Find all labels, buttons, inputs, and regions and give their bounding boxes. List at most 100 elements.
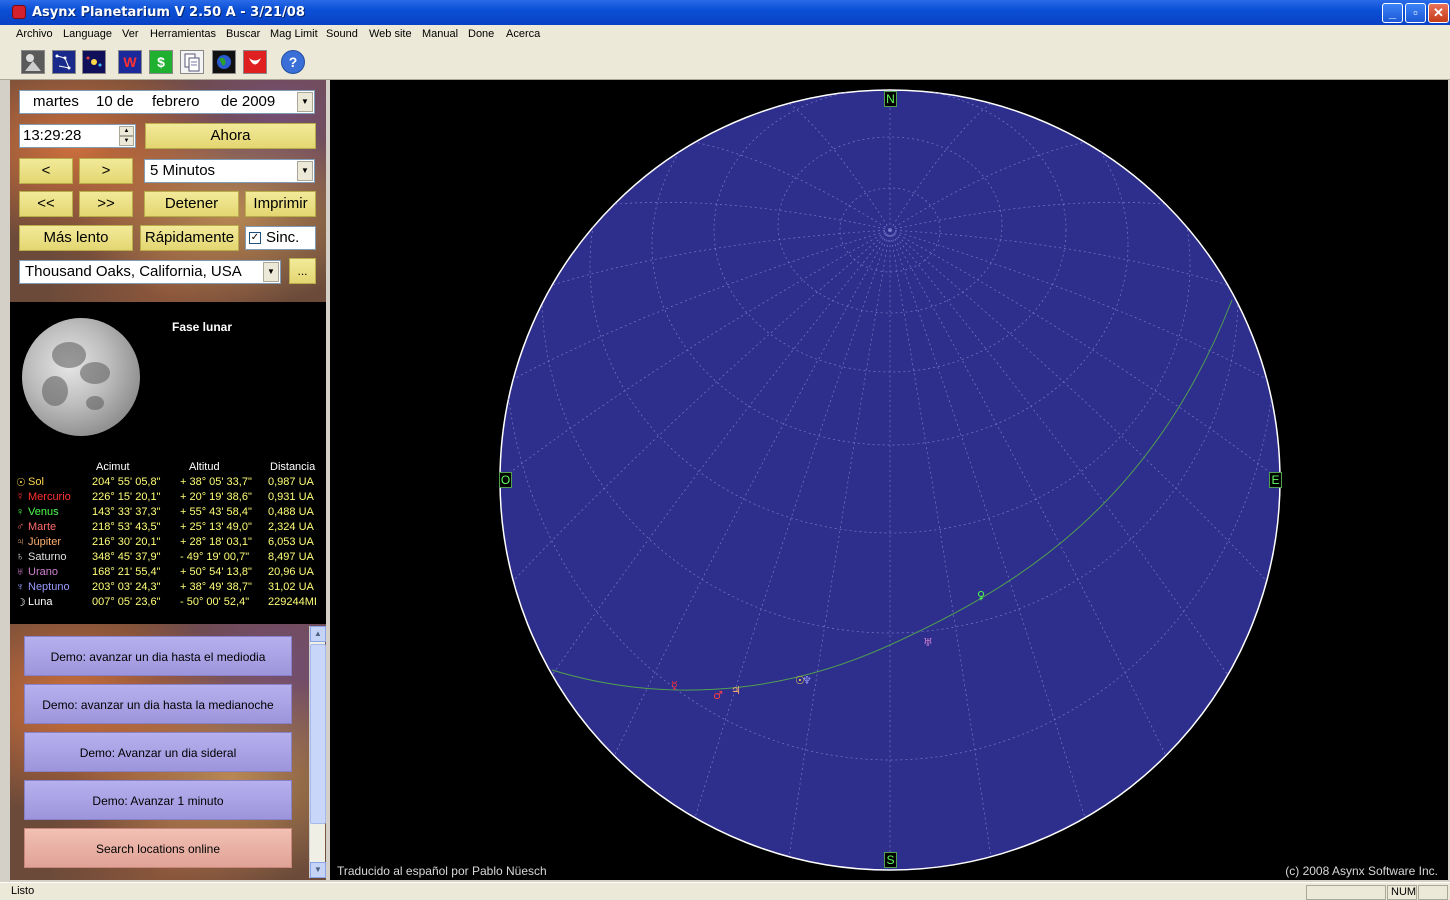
- planet-azimuth: 348° 45' 37,9": [92, 551, 161, 563]
- menu-sound[interactable]: Sound: [326, 28, 358, 40]
- planet-symbol-icon: ♃: [16, 536, 25, 548]
- planet-distance: 6,053 UA: [268, 536, 314, 548]
- translation-credit: Traducido al español por Pablo Nüesch: [337, 864, 547, 878]
- globe-icon[interactable]: [212, 50, 236, 74]
- fast-back-button[interactable]: <<: [19, 191, 73, 217]
- compass-east-label: E: [1269, 472, 1282, 488]
- solar-system-icon[interactable]: [82, 50, 106, 74]
- search-locations-button[interactable]: Search locations online: [24, 828, 292, 868]
- date-month: febrero: [152, 93, 200, 110]
- logo-icon[interactable]: [243, 50, 267, 74]
- sync-checkbox[interactable]: ✓: [249, 232, 261, 244]
- menu-herramientas[interactable]: Herramientas: [150, 28, 216, 40]
- sky-chart[interactable]: ♀ ♅ ☉ ♆ ☿ ♂ ♃ N S O E Traducido al español por…: [330, 80, 1448, 880]
- sky-planet-marker[interactable]: ♀: [977, 589, 985, 602]
- menu-done[interactable]: Done: [468, 28, 494, 40]
- planet-distance: 31,02 UA: [268, 581, 314, 593]
- planet-altitude: + 55° 43' 58,4": [180, 506, 252, 518]
- location-select[interactable]: Thousand Oaks, California, USA ▼: [19, 260, 281, 284]
- demo-scrollbar[interactable]: ▲ ▼: [309, 626, 326, 878]
- demo-noon-button[interactable]: Demo: avanzar un dia hasta el mediodia: [24, 636, 292, 676]
- planet-symbol-icon: ♆: [16, 581, 25, 593]
- menu-web-site[interactable]: Web site: [369, 28, 412, 40]
- slower-button[interactable]: Más lento: [19, 225, 133, 251]
- close-button[interactable]: ✕: [1428, 3, 1449, 23]
- demo-midnight-button[interactable]: Demo: avanzar un dia hasta la medianoche: [24, 684, 292, 724]
- menu-manual[interactable]: Manual: [422, 28, 458, 40]
- menu-language[interactable]: Language: [63, 28, 112, 40]
- planet-distance: 0,931 UA: [268, 491, 314, 503]
- date-picker[interactable]: martes 10 de febrero de 2009 ▼: [19, 90, 315, 114]
- sky-planet-marker[interactable]: ♆: [802, 674, 812, 687]
- dollar-icon[interactable]: $: [149, 50, 173, 74]
- spin-down-icon[interactable]: ▼: [119, 136, 134, 146]
- planet-distance: 0,987 UA: [268, 476, 314, 488]
- menu-buscar[interactable]: Buscar: [226, 28, 260, 40]
- time-spinner[interactable]: 13:29:28 ▲ ▼: [19, 124, 136, 148]
- wikipedia-icon[interactable]: W: [118, 50, 142, 74]
- planet-distance: 0,488 UA: [268, 506, 314, 518]
- chevron-down-icon[interactable]: ▼: [297, 161, 313, 181]
- planet-distance: 20,96 UA: [268, 566, 314, 578]
- print-button[interactable]: Imprimir: [245, 191, 316, 217]
- planet-name: Urano: [28, 566, 58, 578]
- constellation-icon[interactable]: [52, 50, 76, 74]
- chevron-down-icon[interactable]: ▼: [263, 262, 279, 282]
- menu-acerca[interactable]: Acerca: [506, 28, 540, 40]
- sky-horizon-circle: [499, 89, 1281, 871]
- minimize-button[interactable]: _: [1382, 3, 1403, 23]
- demo-sidereal-day-button[interactable]: Demo: Avanzar un dia sideral: [24, 732, 292, 772]
- scroll-up-icon[interactable]: ▲: [310, 626, 326, 642]
- step-back-button[interactable]: <: [19, 158, 73, 184]
- stop-button[interactable]: Detener: [144, 191, 239, 217]
- step-size-select[interactable]: 5 Minutos ▼: [144, 159, 315, 183]
- date-year: de 2009: [221, 93, 276, 110]
- sky-planet-marker[interactable]: ☿: [671, 679, 678, 692]
- sync-label: Sinc.: [266, 229, 300, 246]
- planet-altitude: - 50° 00' 52,4": [180, 596, 250, 608]
- maximize-button[interactable]: ▫: [1405, 3, 1426, 23]
- planet-altitude: + 20° 19' 38,6": [180, 491, 252, 503]
- planet-name: Júpiter: [28, 536, 62, 548]
- status-field-empty: [1418, 885, 1448, 900]
- chevron-down-icon[interactable]: ▼: [297, 92, 313, 112]
- sky-planet-marker[interactable]: ♅: [923, 636, 933, 649]
- menu-archivo[interactable]: Archivo: [16, 28, 53, 40]
- spin-up-icon[interactable]: ▲: [119, 126, 134, 136]
- faster-button[interactable]: Rápidamente: [140, 225, 239, 251]
- planet-symbol-icon: ♂: [16, 521, 25, 533]
- scroll-down-icon[interactable]: ▼: [310, 862, 326, 878]
- location-value: Thousand Oaks, California, USA: [25, 263, 242, 280]
- fast-forward-button[interactable]: >>: [79, 191, 133, 217]
- planet-azimuth: 204° 55' 05,8": [92, 476, 161, 488]
- planet-symbol-icon: ♀: [16, 506, 25, 518]
- compass-south-label: S: [884, 852, 897, 868]
- sky-planet-marker[interactable]: ♂: [713, 689, 723, 702]
- planet-distance: 2,324 UA: [268, 521, 314, 533]
- menu-ver[interactable]: Ver: [122, 28, 139, 40]
- help-icon[interactable]: ?: [281, 50, 305, 74]
- column-header-distance: Distancia: [270, 461, 316, 473]
- sync-checkbox-field[interactable]: ✓ Sinc.: [245, 226, 316, 250]
- chart-view-icon[interactable]: [21, 50, 45, 74]
- sky-planet-marker[interactable]: ♃: [731, 684, 741, 697]
- location-more-button[interactable]: ...: [289, 258, 316, 284]
- toolbar: W $ ?: [0, 45, 1450, 80]
- step-forward-button[interactable]: >: [79, 158, 133, 184]
- status-num-lock: NUM: [1387, 885, 1417, 900]
- planet-altitude: + 38° 49' 38,7": [180, 581, 252, 593]
- demo-panel: Demo: avanzar un dia hasta el mediodia D…: [10, 624, 326, 880]
- planet-azimuth: 226° 15' 20,1": [92, 491, 161, 503]
- documents-icon[interactable]: [180, 50, 204, 74]
- planet-distance: 229244MI: [268, 596, 317, 608]
- planet-distance: 8,497 UA: [268, 551, 314, 563]
- column-header-azimuth: Acimut: [96, 461, 130, 473]
- menu-bar: Archivo Language Ver Herramientas Buscar…: [0, 25, 1450, 45]
- compass-west-label: O: [499, 472, 512, 488]
- now-button[interactable]: Ahora: [145, 123, 316, 149]
- scroll-thumb[interactable]: [310, 644, 326, 824]
- demo-one-minute-button[interactable]: Demo: Avanzar 1 minuto: [24, 780, 292, 820]
- planet-name: Sol: [28, 476, 44, 488]
- menu-mag-limit[interactable]: Mag Limit: [270, 28, 318, 40]
- planet-name: Neptuno: [28, 581, 70, 593]
